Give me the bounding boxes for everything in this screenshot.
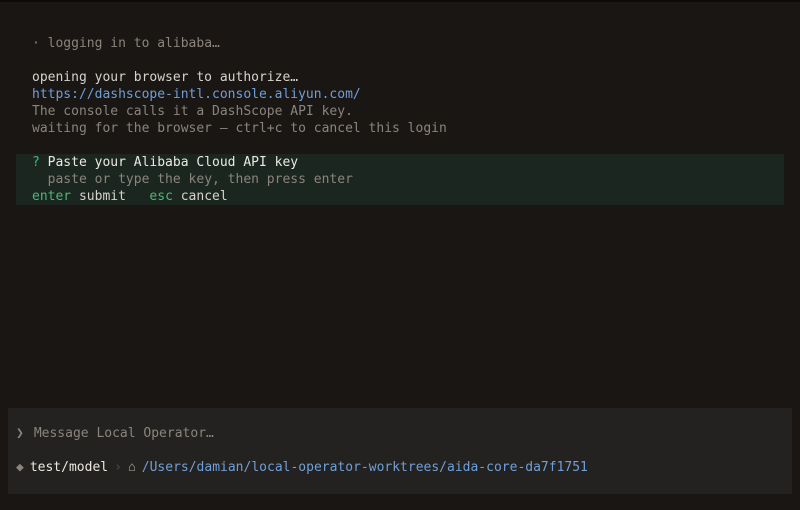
diamond-icon: ◆ [16,460,24,475]
opening-browser-text: opening your browser to authorize… [32,70,299,85]
question-marker: ? [32,155,40,170]
submit-label: submit [78,189,126,204]
model-name[interactable]: test/model [30,460,108,475]
chevron-right-icon: ❯ [16,426,24,441]
enter-key: enter [32,189,72,204]
login-status-line: · logging in to alibaba… [32,35,220,52]
status-bar: ◆ test/model › ⌂ /Users/damian/local-operato… [16,459,588,476]
prompt-question-row: ? Paste your Alibaba Cloud API key [32,154,298,171]
prompt-question: Paste your Alibaba Cloud API key [47,155,299,170]
prompt-hint: paste or type the key, then press enter [47,172,353,187]
waiting-text: waiting for the browser — ctrl+c to canc… [32,121,447,136]
window-top-edge [0,0,800,2]
esc-key: esc [149,189,173,204]
prompt-hint-row: paste or type the key, then press enter [32,171,353,188]
cancel-label: cancel [180,189,228,204]
composer-panel: ❯ ◆ test/model › ⌂ /Users/damian/local-opera… [8,408,792,494]
submit-shortcut[interactable]: enter submit [32,189,126,204]
status-text: logging in to alibaba… [47,36,220,51]
status-bullet: · [32,36,40,51]
prompt-keys-row: enter submit esc cancel [32,188,228,205]
composer-input-row: ❯ [16,425,714,442]
breadcrumb-separator: › [114,460,122,475]
home-icon: ⌂ [127,460,136,475]
authorize-url-link[interactable]: https://dashscope-intl.console.aliyun.co… [32,86,361,103]
working-directory-path[interactable]: /Users/damian/local-operator-worktrees/a… [142,460,588,475]
message-input[interactable] [33,426,714,441]
console-note-text: The console calls it a DashScope API key… [32,104,353,119]
cancel-shortcut[interactable]: esc cancel [149,189,227,204]
